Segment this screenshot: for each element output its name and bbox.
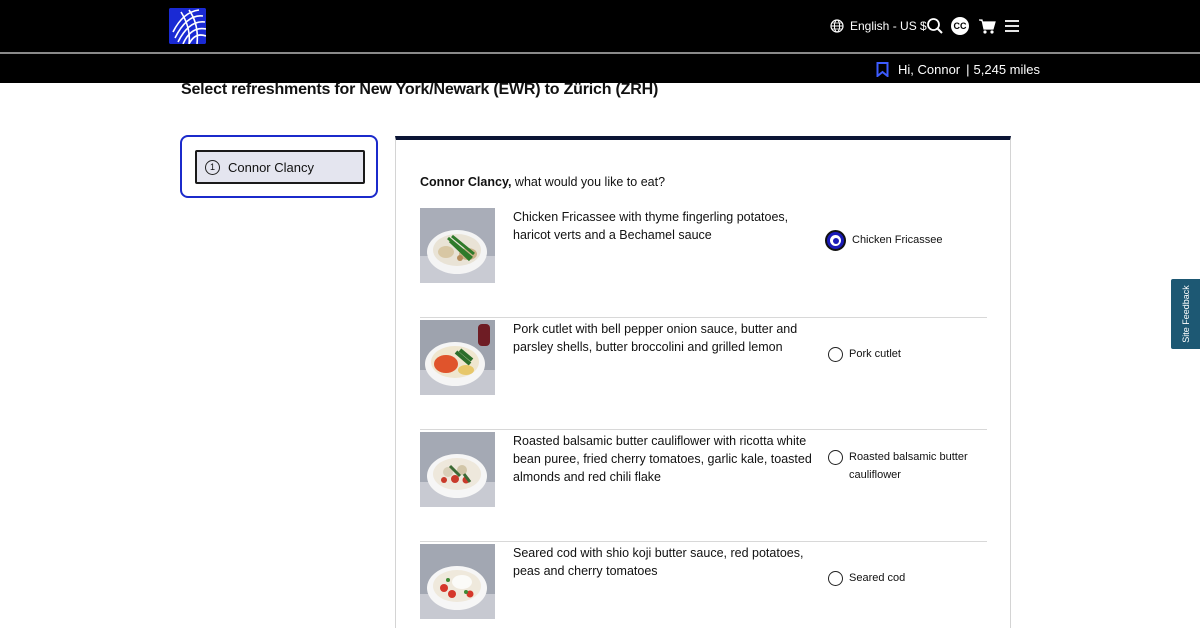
passenger-tab[interactable]: 1 Connor Clancy	[195, 150, 365, 184]
meal-description: Roasted balsamic butter cauliflower with…	[513, 434, 812, 484]
avatar[interactable]: CC	[951, 17, 969, 35]
search-button[interactable]	[925, 16, 945, 36]
site-feedback-tab[interactable]: Site Feedback	[1171, 279, 1200, 349]
language-label: English - US $	[850, 19, 927, 33]
meal-radio-chicken-fricassee[interactable]: Chicken Fricassee	[825, 230, 977, 251]
meal-option-label: Pork cutlet	[849, 348, 901, 360]
prompt-question: what would you like to eat?	[511, 175, 666, 189]
radio-selected[interactable]	[825, 230, 846, 251]
prompt-passenger-name: Connor Clancy,	[420, 175, 512, 189]
meal-option-row: Roasted balsamic butter cauliflower with…	[420, 430, 987, 542]
meal-prompt: Connor Clancy, what would you like to ea…	[420, 175, 665, 189]
meal-option-label: Chicken Fricassee	[852, 234, 943, 246]
meal-option-row: Chicken Fricassee with thyme fingerling …	[420, 206, 987, 318]
meal-option-row: Pork cutlet with bell pepper onion sauce…	[420, 318, 987, 430]
meal-image-chicken	[420, 208, 495, 283]
united-globe-logo[interactable]	[169, 8, 206, 44]
meal-image-cauliflower	[420, 432, 495, 507]
meal-radio-seared-cod[interactable]: Seared cod	[828, 571, 974, 587]
globe-icon	[830, 19, 844, 33]
miles-balance: 5,245 miles	[973, 61, 1041, 77]
meal-image-pork	[420, 320, 495, 395]
meal-image-cod	[420, 544, 495, 619]
meal-radio-pork-cutlet[interactable]: Pork cutlet	[828, 347, 974, 363]
meal-radio-roasted-cauliflower[interactable]: Roasted balsamic butter cauliflower	[828, 450, 974, 484]
meal-description: Seared cod with shio koji butter sauce, …	[513, 546, 804, 578]
cart-icon	[979, 19, 996, 34]
site-feedback-label: Site Feedback	[1180, 285, 1191, 343]
meal-description: Chicken Fricassee with thyme fingerling …	[513, 210, 789, 242]
meal-option-label: Roasted balsamic butter cauliflower	[849, 451, 968, 481]
radio-unselected[interactable]	[828, 347, 843, 362]
radio-unselected[interactable]	[828, 571, 843, 586]
radio-unselected[interactable]	[828, 450, 843, 465]
search-icon	[927, 18, 943, 34]
greeting-text: Hi, Connor	[898, 61, 961, 77]
bookmark-icon	[876, 61, 889, 77]
account-greeting[interactable]: Hi, Connor | 5,245 miles	[876, 61, 1040, 77]
language-selector[interactable]: English - US $	[830, 17, 927, 35]
page-title: Select refreshments for New York/Newark …	[181, 81, 659, 98]
greeting-separator: |	[966, 61, 970, 77]
menu-button[interactable]	[1002, 16, 1022, 36]
hamburger-menu-icon	[1005, 20, 1019, 32]
passenger-name: Connor Clancy	[228, 159, 314, 175]
passenger-number: 1	[205, 159, 220, 175]
passenger-selector: 1 Connor Clancy	[180, 135, 378, 198]
cart-button[interactable]	[977, 16, 997, 36]
meal-option-label: Seared cod	[849, 572, 906, 584]
meal-option-row: Seared cod with shio koji butter sauce, …	[420, 542, 987, 628]
meal-selection-panel: Connor Clancy, what would you like to ea…	[395, 136, 1011, 628]
meal-description: Pork cutlet with bell pepper onion sauce…	[513, 322, 798, 354]
